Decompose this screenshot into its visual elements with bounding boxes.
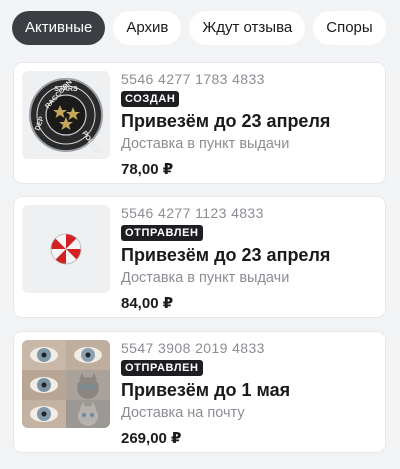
tab-disputes[interactable]: Споры (313, 11, 386, 45)
order-price: 78,00 ₽ (121, 161, 174, 178)
tab-archive[interactable]: Архив (113, 11, 182, 45)
raccoon-police-badge-icon: STARS RACCOON POLICE DEP (29, 78, 103, 156)
umbrella-logo-icon (50, 233, 82, 265)
product-image-umbrella-pin (22, 205, 110, 293)
order-price: 269,00 ₽ (121, 430, 182, 447)
order-card[interactable]: STARS RACCOON POLICE DEP 5546 4277 1783 … (13, 62, 386, 184)
status-badge: ОТПРАВЛЕН (121, 360, 203, 376)
order-info: 5546 4277 1783 4833 СОЗДАН Привезём до 2… (121, 70, 377, 179)
order-number: 5547 3908 2019 4833 (121, 340, 265, 356)
delivery-eta: Привезём до 23 апреля (121, 111, 331, 131)
contact-lenses-collage-icon (22, 340, 110, 428)
order-price: 84,00 ₽ (121, 295, 174, 312)
product-image-raccoon-pin: STARS RACCOON POLICE DEP (22, 71, 110, 159)
tab-awaiting-review[interactable]: Ждут отзыва (189, 11, 306, 45)
delivery-method: Доставка в пункт выдачи (121, 136, 290, 152)
delivery-eta: Привезём до 1 мая (121, 380, 291, 400)
order-info: 5546 4277 1123 4833 ОТПРАВЛЕН Привезём д… (121, 204, 377, 313)
order-number: 5546 4277 1123 4833 (121, 205, 264, 221)
status-badge: СОЗДАН (121, 91, 180, 107)
status-badge: ОТПРАВЛЕН (121, 225, 203, 241)
product-image-contact-lenses (22, 340, 110, 428)
order-info: 5547 3908 2019 4833 ОТПРАВЛЕН Привезём д… (121, 339, 377, 448)
delivery-method: Доставка в пункт выдачи (121, 270, 290, 286)
delivery-eta: Привезём до 23 апреля (121, 245, 331, 265)
order-number: 5546 4277 1783 4833 (121, 71, 265, 87)
tab-active[interactable]: Активные (12, 11, 106, 45)
order-card[interactable]: 5546 4277 1123 4833 ОТПРАВЛЕН Привезём д… (13, 196, 386, 318)
delivery-method: Доставка на почту (121, 405, 245, 421)
order-tabs: Активные Архив Ждут отзыва Споры (12, 11, 386, 45)
order-card[interactable]: 5547 3908 2019 4833 ОТПРАВЛЕН Привезём д… (13, 331, 386, 453)
